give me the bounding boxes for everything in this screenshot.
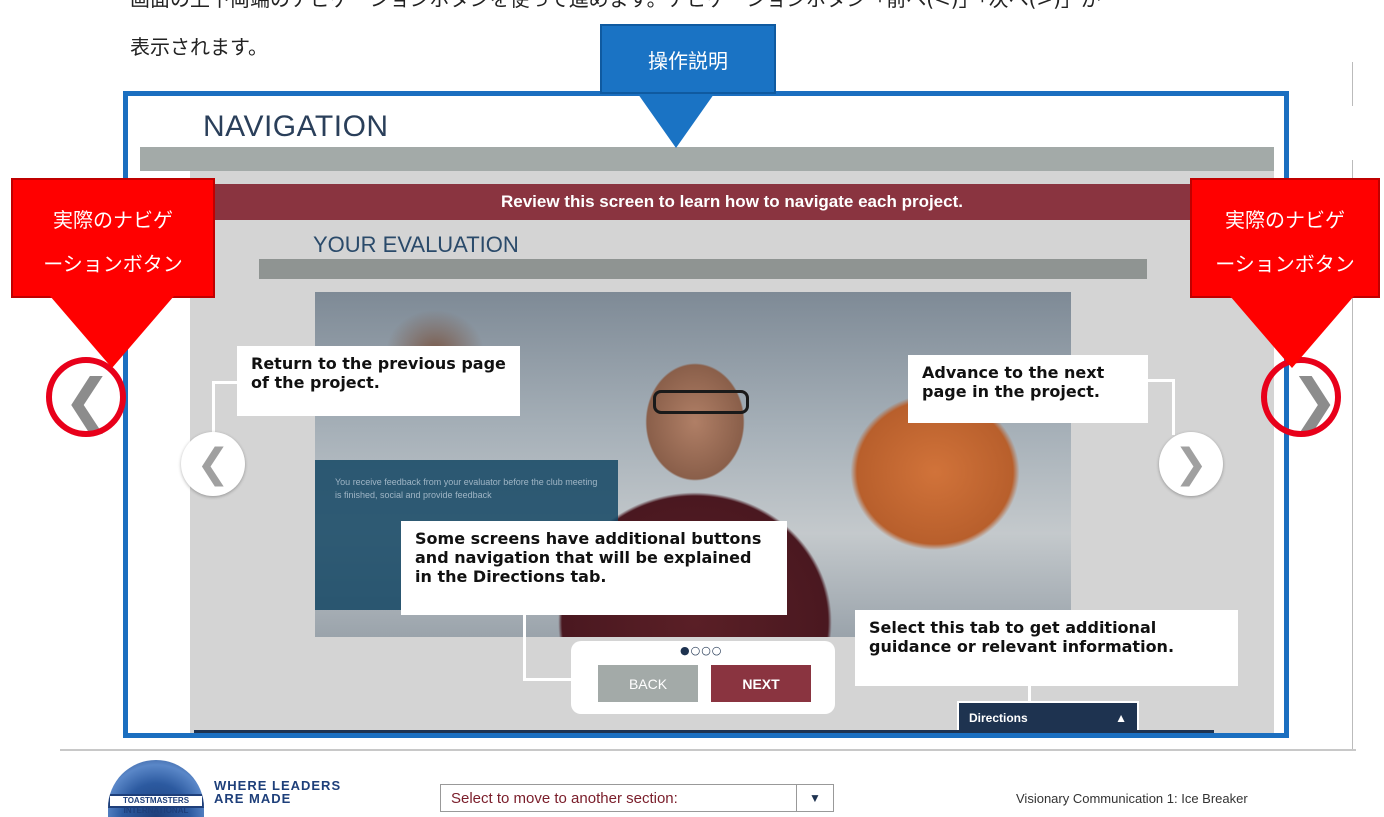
callout-previous: Return to the previous page of the proje…	[237, 346, 520, 416]
nav-label-left-line1: 実際のナビゲ	[53, 208, 173, 232]
project-title: Visionary Communication 1: Ice Breaker	[1016, 791, 1248, 806]
logo-band: TOASTMASTERS INTERNATIONAL	[108, 794, 204, 815]
highlight-ring-left	[46, 357, 126, 437]
chevron-down-icon: ▼	[796, 785, 833, 811]
inner-prev-button[interactable]: ❮	[181, 432, 245, 496]
connector-line	[523, 678, 573, 681]
chevron-left-icon: ❮	[196, 441, 230, 487]
callout-directions-tab: Select this tab to get additional guidan…	[855, 610, 1238, 686]
red-arrow-icon	[1230, 296, 1354, 368]
back-button[interactable]: BACK	[598, 665, 698, 702]
logo-tagline: WHERE LEADERS ARE MADE	[214, 779, 341, 805]
section-title: YOUR EVALUATION	[313, 232, 519, 257]
connector-line	[523, 614, 526, 680]
directions-tab-label: Directions	[969, 711, 1028, 725]
page-indicator-dots: ●○○○	[680, 644, 723, 657]
connector-line	[1148, 379, 1174, 382]
red-arrow-icon	[50, 296, 174, 368]
side-divider-top	[1352, 62, 1353, 106]
triangle-up-icon: ▲	[1115, 711, 1127, 725]
chevron-right-icon: ❯	[1174, 441, 1208, 487]
next-button[interactable]: NEXT	[711, 665, 811, 702]
connector-line	[1172, 379, 1175, 435]
section-select-value: Select to move to another section:	[451, 789, 678, 807]
connector-line	[1028, 684, 1031, 702]
photo-glasses-shape	[653, 390, 749, 414]
toastmasters-logo: TOASTMASTERS INTERNATIONAL	[108, 760, 204, 817]
nav-label-right: 実際のナビゲ ーションボタン	[1190, 178, 1380, 298]
section-select[interactable]: Select to move to another section: ▼	[440, 784, 834, 812]
intro-line-2: 表示されます。	[130, 35, 268, 59]
footer-divider	[60, 749, 1356, 751]
screen-frame: NAVIGATION Review this screen to learn h…	[123, 91, 1289, 738]
operation-label: 操作説明	[600, 24, 776, 94]
nav-label-left-line2: ーションボタン	[43, 252, 183, 276]
instruction-banner: Review this screen to learn how to navig…	[190, 184, 1274, 220]
directions-tab[interactable]: Directions ▲	[957, 701, 1139, 733]
nav-label-right-line2: ーションボタン	[1215, 252, 1355, 276]
logo-tagline-line2: ARE MADE	[214, 791, 292, 806]
highlight-ring-right	[1261, 357, 1341, 437]
nav-label-right-line1: 実際のナビゲ	[1225, 208, 1345, 232]
section-title-bar	[259, 259, 1147, 279]
nav-label-left: 実際のナビゲ ーションボタン	[11, 178, 215, 298]
intro-line-1: 画面の上下両端のナビゲーションボタンを使って進めます。ナビゲーションボタン「前へ…	[130, 0, 1101, 14]
bottom-strip	[194, 730, 1214, 733]
title-bar	[140, 147, 1274, 171]
connector-line	[214, 381, 238, 384]
blue-arrow-icon	[638, 94, 714, 148]
callout-next: Advance to the next page in the project.	[908, 355, 1148, 423]
connector-line	[212, 381, 215, 437]
callout-additional: Some screens have additional buttons and…	[401, 521, 787, 615]
inner-next-button[interactable]: ❯	[1159, 432, 1223, 496]
page-title: NAVIGATION	[203, 110, 389, 143]
